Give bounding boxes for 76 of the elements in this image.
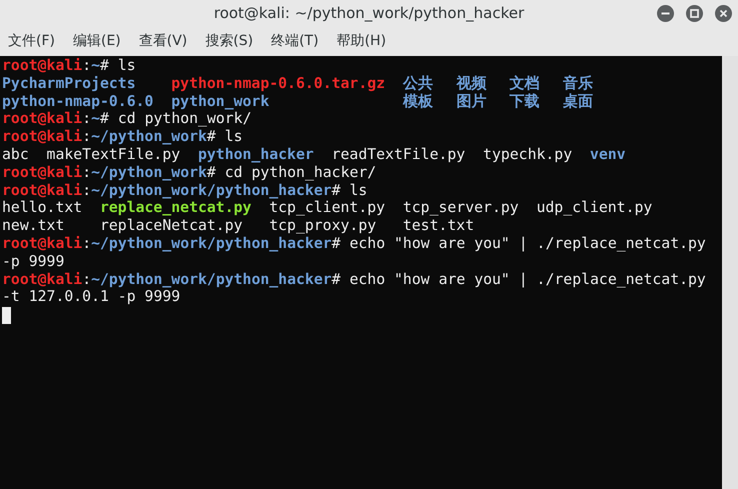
directory-name: 桌面 xyxy=(563,92,594,110)
close-icon[interactable] xyxy=(715,5,732,22)
file-name: readTextFile.py xyxy=(332,146,466,164)
prompt-symbol: # xyxy=(206,128,216,146)
command-text: ls xyxy=(118,57,136,74)
file-name: typechk.py xyxy=(483,146,572,164)
directory-name: python_hacker xyxy=(198,146,314,164)
directory-name: 音乐 xyxy=(563,74,594,93)
prompt-separator: : xyxy=(82,110,92,128)
text-cursor xyxy=(2,306,11,324)
menu-item[interactable]: 帮助(H) xyxy=(336,31,386,52)
prompt-symbol: # xyxy=(100,57,109,74)
archive-name: python-nmap-0.6.0.tar.gz xyxy=(171,74,386,93)
prompt-path: ~/python_work/python_hacker xyxy=(91,234,332,252)
prompt-path: ~/python_work xyxy=(91,164,207,181)
prompt-user: root@kali xyxy=(2,164,82,181)
prompt-symbol: # xyxy=(206,164,216,181)
file-name: hello.txt xyxy=(2,199,82,218)
prompt-path: ~ xyxy=(91,57,100,74)
file-name: tcp_client.py xyxy=(269,199,386,218)
prompt-path: ~/python_work xyxy=(91,128,207,146)
minimize-icon[interactable] xyxy=(657,5,674,22)
command-text: ls xyxy=(224,128,243,146)
command-text: cd python_work/ xyxy=(118,110,252,128)
directory-name: python-nmap-0.6.0 xyxy=(2,92,154,110)
file-name: test.txt xyxy=(402,217,474,235)
directory-name: 文档 xyxy=(510,74,541,93)
prompt-user: root@kali xyxy=(2,182,82,199)
prompt-path: ~ xyxy=(91,110,100,128)
directory-name: 公共 xyxy=(402,74,434,93)
prompt-separator: : xyxy=(82,164,92,181)
directory-name: 视频 xyxy=(456,74,488,93)
menu-item[interactable]: 搜索(S) xyxy=(205,31,254,52)
executable-name: replace_netcat.py xyxy=(100,199,252,218)
prompt-separator: : xyxy=(82,234,92,252)
directory-name: PycharmProjects xyxy=(2,74,136,93)
prompt-user: root@kali xyxy=(2,128,82,146)
prompt-symbol: # xyxy=(332,270,341,288)
file-name: tcp_proxy.py xyxy=(269,217,376,235)
prompt-user: root@kali xyxy=(2,270,82,288)
prompt-user: root@kali xyxy=(2,234,82,252)
command-text: -p 9999 xyxy=(2,252,64,270)
file-name: makeTextFile.py xyxy=(46,146,180,164)
prompt-symbol: # xyxy=(332,234,341,252)
command-text: echo "how are you" | ./replace_netcat.py xyxy=(349,234,706,252)
prompt-separator: : xyxy=(82,128,92,146)
file-name: udp_client.py xyxy=(536,199,652,218)
window-title: root@kali: ~/python_work/python_hacker xyxy=(214,3,524,24)
file-name: replaceNetcat.py xyxy=(100,217,243,235)
menu-item[interactable]: 编辑(E) xyxy=(72,31,121,52)
command-text: -t 127.0.0.1 -p 9999 xyxy=(2,288,180,306)
directory-name: 模板 xyxy=(402,92,434,110)
command-text: echo "how are you" | ./replace_netcat.py xyxy=(349,270,706,288)
prompt-path: ~/python_work/python_hacker xyxy=(91,182,332,199)
prompt-user: root@kali xyxy=(2,110,82,128)
prompt-path: ~/python_work/python_hacker xyxy=(91,270,332,288)
file-name: tcp_server.py xyxy=(402,199,519,218)
menu-item[interactable]: 文件(F) xyxy=(8,31,55,52)
directory-name: venv xyxy=(590,146,626,164)
prompt-separator: : xyxy=(82,182,92,199)
maximize-icon[interactable] xyxy=(686,5,703,22)
menu-item[interactable]: 终端(T) xyxy=(271,31,319,52)
command-text: ls xyxy=(349,182,368,199)
prompt-symbol: # xyxy=(100,110,109,128)
file-name: new.txt xyxy=(2,217,64,235)
command-text: cd python_hacker/ xyxy=(224,164,376,181)
prompt-symbol: # xyxy=(332,182,341,199)
directory-name: 图片 xyxy=(456,92,488,110)
directory-name: 下载 xyxy=(510,92,541,110)
menu-item[interactable]: 查看(V) xyxy=(138,31,188,52)
file-name: abc xyxy=(2,146,29,164)
prompt-separator: : xyxy=(82,270,92,288)
directory-name: python_work xyxy=(171,92,270,110)
prompt-user: root@kali xyxy=(2,57,82,74)
prompt-separator: : xyxy=(82,57,92,74)
scrollbar[interactable] xyxy=(722,56,738,489)
